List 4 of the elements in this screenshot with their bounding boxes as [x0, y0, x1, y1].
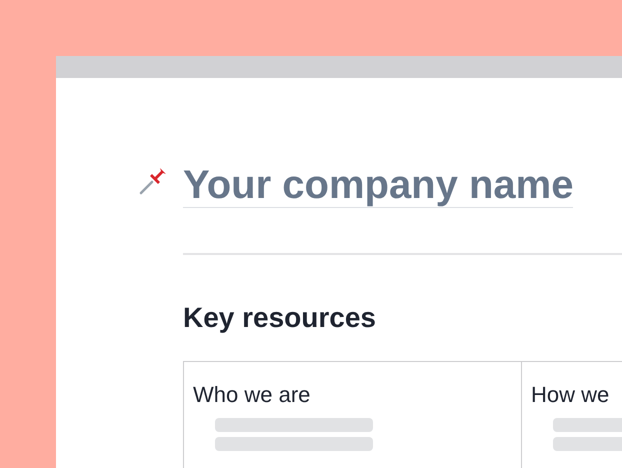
section-heading: Key resources	[183, 301, 378, 335]
company-name-title[interactable]: Your company name	[183, 163, 574, 208]
column-heading: Who we are	[193, 381, 312, 409]
column-heading: How we	[531, 381, 610, 409]
